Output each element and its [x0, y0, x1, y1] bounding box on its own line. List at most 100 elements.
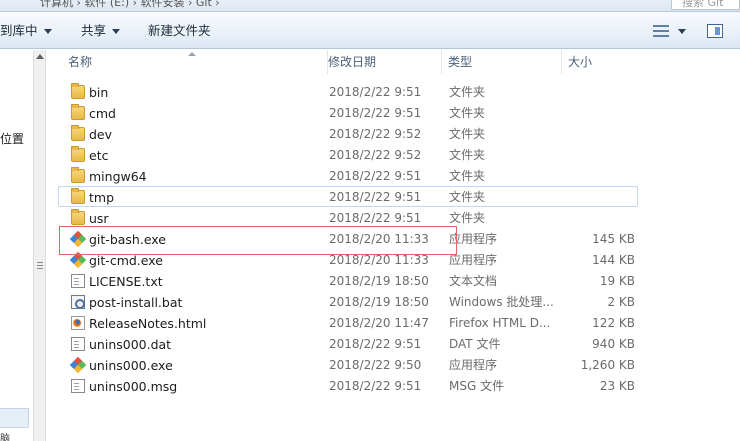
scroll-up-icon[interactable]: [36, 54, 44, 59]
new-folder-label: 新建文件夹: [148, 23, 211, 38]
file-row[interactable]: unins000.exe 2018/2/22 9:50 应用程序 1,260 KB: [58, 354, 638, 375]
file-size: 145 KB: [592, 232, 635, 246]
file-date-modified: 2018/2/22 9:51: [329, 169, 422, 183]
file-date-modified: 2018/2/20 11:33: [329, 232, 429, 246]
address-bar: 计算机 › 软件 (E:) › 软件安装 › Git › 搜索 Git: [0, 0, 740, 12]
file-date-modified: 2018/2/19 18:50: [329, 274, 429, 288]
file-name: LICENSE.txt: [89, 274, 163, 289]
nav-item-location[interactable]: 位置: [0, 130, 24, 147]
file-row[interactable]: git-cmd.exe 2018/2/20 11:33 应用程序 144 KB: [58, 249, 638, 270]
file-date-modified: 2018/2/20 11:33: [329, 253, 429, 267]
file-date-modified: 2018/2/22 9:51: [329, 85, 422, 99]
folder-icon: [71, 188, 85, 204]
file-date-modified: 2018/2/22 9:52: [329, 148, 422, 162]
file-name: unins000.dat: [89, 337, 172, 352]
file-name: tmp: [89, 190, 115, 205]
toolbar: 到库中 共享 新建文件夹: [0, 12, 740, 49]
folder-icon: [71, 167, 85, 183]
file-type: Windows 批处理...: [449, 295, 554, 309]
file-date-modified: 2018/2/20 11:47: [329, 316, 429, 330]
preview-pane-icon[interactable]: [707, 24, 723, 38]
file-name: unins000.exe: [89, 358, 173, 373]
folder-icon: [71, 146, 85, 162]
file-row[interactable]: ReleaseNotes.html 2018/2/20 11:47 Firefox …: [58, 312, 638, 333]
folder-icon: [71, 83, 85, 99]
chevron-down-icon: [112, 29, 121, 34]
file-date-modified: 2018/2/22 9:51: [329, 337, 422, 351]
share-label: 共享: [81, 23, 107, 38]
column-header-date[interactable]: 修改日期: [322, 50, 442, 74]
git-icon: [69, 251, 87, 269]
file-name: git-bash.exe: [89, 232, 166, 247]
file-type: MSG 文件: [449, 379, 505, 393]
file-row[interactable]: usr 2018/2/22 9:51 文件夹: [58, 207, 638, 228]
new-folder-button[interactable]: 新建文件夹: [148, 21, 211, 41]
scroll-grip-icon[interactable]: [37, 262, 43, 269]
nav-scrollbar[interactable]: [33, 50, 46, 441]
chevron-down-icon[interactable]: [678, 29, 686, 34]
view-options-icon[interactable]: [653, 24, 669, 38]
include-in-library-label: 到库中: [0, 23, 38, 38]
file-row[interactable]: unins000.dat 2018/2/22 9:51 DAT 文件 940 KB: [58, 333, 638, 354]
file-name: bin: [89, 85, 109, 100]
file-row[interactable]: tmp 2018/2/22 9:51 文件夹: [58, 186, 638, 207]
column-header-size[interactable]: 大小: [562, 50, 682, 74]
share-button[interactable]: 共享: [81, 21, 121, 41]
breadcrumb[interactable]: 计算机 › 软件 (E:) › 软件安装 › Git ›: [40, 0, 220, 10]
search-input[interactable]: 搜索 Git: [671, 0, 740, 10]
navigation-pane: 位置 脑: [0, 50, 33, 441]
file-row[interactable]: git-bash.exe 2018/2/20 11:33 应用程序 145 KB: [58, 228, 638, 249]
file-date-modified: 2018/2/22 9:51: [329, 190, 422, 204]
text-document-icon: [71, 274, 85, 288]
file-type: 应用程序: [449, 253, 498, 267]
file-type: Firefox HTML D...: [449, 316, 551, 330]
file-type: 文件夹: [449, 85, 486, 99]
git-icon: [69, 230, 87, 248]
file-type: 文件夹: [449, 127, 486, 141]
file-size: 19 KB: [599, 274, 635, 288]
file-row[interactable]: LICENSE.txt 2018/2/19 18:50 文本文档 19 KB: [58, 270, 638, 291]
file-row[interactable]: cmd 2018/2/22 9:51 文件夹: [58, 102, 638, 123]
file-row[interactable]: mingw64 2018/2/22 9:51 文件夹: [58, 165, 638, 186]
blank-file-icon: [71, 337, 85, 351]
file-row[interactable]: unins000.msg 2018/2/22 9:51 MSG 文件 23 KB: [58, 375, 638, 396]
file-name: post-install.bat: [89, 295, 183, 310]
file-row[interactable]: post-install.bat 2018/2/19 18:50 Windows 批…: [58, 291, 638, 312]
file-size: 1,260 KB: [580, 358, 635, 372]
file-date-modified: 2018/2/19 18:50: [329, 295, 429, 309]
file-size: 940 KB: [592, 337, 635, 351]
folder-icon: [71, 104, 85, 120]
column-header-row: 名称 修改日期 类型 大小: [46, 50, 740, 74]
file-row[interactable]: etc 2018/2/22 9:52 文件夹: [58, 144, 638, 165]
file-date-modified: 2018/2/22 9:51: [329, 211, 422, 225]
file-date-modified: 2018/2/22 9:50: [329, 358, 422, 372]
file-type: 文件夹: [449, 190, 486, 204]
file-type: 文件夹: [449, 169, 486, 183]
file-size: 122 KB: [592, 316, 635, 330]
column-header-type[interactable]: 类型: [442, 50, 562, 74]
batch-file-icon: [71, 295, 85, 309]
file-date-modified: 2018/2/22 9:52: [329, 127, 422, 141]
file-row[interactable]: dev 2018/2/22 9:52 文件夹: [58, 123, 638, 144]
nav-selected-item[interactable]: [0, 408, 29, 428]
file-date-modified: 2018/2/22 9:51: [329, 106, 422, 120]
file-name: unins000.msg: [89, 379, 178, 394]
file-name: mingw64: [89, 169, 147, 184]
file-name: etc: [89, 148, 109, 163]
file-size: 2 KB: [607, 295, 635, 309]
file-type: 应用程序: [449, 358, 498, 372]
file-size: 23 KB: [599, 379, 635, 393]
blank-file-icon: [71, 379, 85, 393]
file-type: 文件夹: [449, 211, 486, 225]
file-type: 应用程序: [449, 232, 498, 246]
chevron-down-icon: [43, 29, 52, 34]
column-header-name[interactable]: 名称: [58, 50, 328, 74]
nav-item-computer[interactable]: 脑: [0, 430, 10, 441]
file-name: ReleaseNotes.html: [89, 316, 207, 331]
file-type: 文件夹: [449, 148, 486, 162]
file-type: DAT 文件: [449, 337, 501, 351]
file-type: 文本文档: [449, 274, 498, 288]
file-row[interactable]: bin 2018/2/22 9:51 文件夹: [58, 81, 638, 102]
include-in-library-button[interactable]: 到库中: [0, 21, 52, 41]
file-name: dev: [89, 127, 113, 142]
